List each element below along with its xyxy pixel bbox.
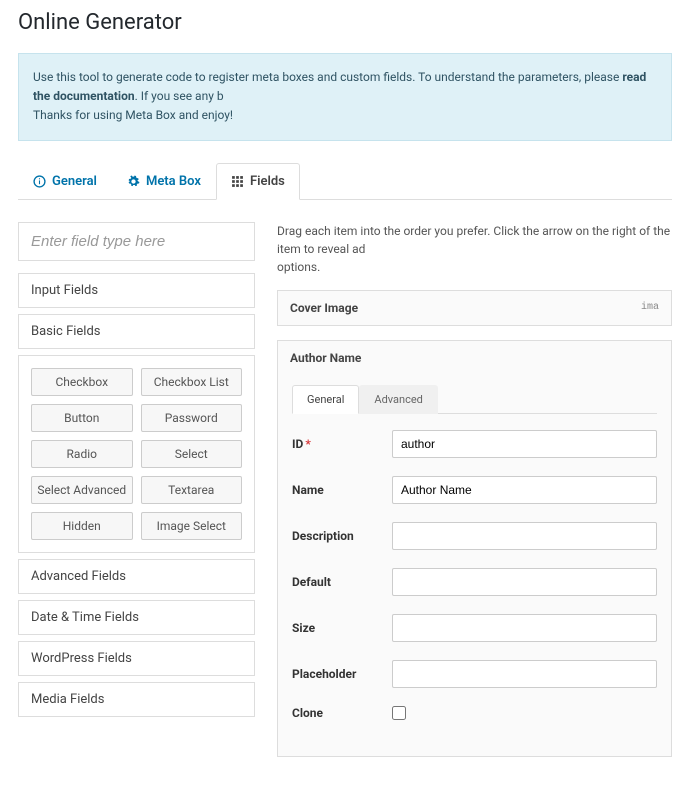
- info-alert: Use this tool to generate code to regist…: [18, 53, 672, 141]
- subtab-general[interactable]: General: [292, 385, 359, 414]
- subtabs: General Advanced: [292, 385, 657, 414]
- field-item-author-name: Author Name General Advanced ID* Name: [277, 340, 672, 757]
- description-input[interactable]: [392, 522, 657, 550]
- info-icon: [33, 175, 46, 188]
- field-type-button[interactable]: Button: [31, 404, 133, 432]
- field-item-meta: ima: [641, 302, 659, 313]
- field-type-hidden[interactable]: Hidden: [31, 512, 133, 540]
- grid-icon: [231, 175, 244, 188]
- placeholder-label: Placeholder: [292, 667, 392, 681]
- page-title: Online Generator: [18, 10, 672, 35]
- tab-meta-box[interactable]: Meta Box: [112, 163, 216, 200]
- subtab-advanced[interactable]: Advanced: [359, 385, 437, 414]
- clone-label: Clone: [292, 706, 392, 720]
- tab-label: General: [52, 174, 97, 189]
- field-item-title: Cover Image: [290, 301, 358, 315]
- field-type-textarea[interactable]: Textarea: [141, 476, 243, 504]
- category-input-fields[interactable]: Input Fields: [18, 273, 255, 308]
- field-item-title: Author Name: [290, 351, 361, 365]
- field-type-search-input[interactable]: [18, 222, 255, 261]
- category-media-fields[interactable]: Media Fields: [18, 682, 255, 717]
- alert-text-pre: Use this tool to generate code to regist…: [33, 70, 622, 84]
- category-date-time-fields[interactable]: Date & Time Fields: [18, 600, 255, 635]
- name-input[interactable]: [392, 476, 657, 504]
- main-content: Drag each item into the order you prefer…: [277, 222, 672, 771]
- tabs: General Meta Box Fields: [18, 163, 672, 200]
- field-type-checkbox-list[interactable]: Checkbox List: [141, 368, 243, 396]
- id-input[interactable]: [392, 430, 657, 458]
- placeholder-input[interactable]: [392, 660, 657, 688]
- size-label: Size: [292, 621, 392, 635]
- category-advanced-fields[interactable]: Advanced Fields: [18, 559, 255, 594]
- field-type-image-select[interactable]: Image Select: [141, 512, 243, 540]
- tab-general[interactable]: General: [18, 163, 112, 200]
- sidebar: Input Fields Basic Fields Checkbox Check…: [18, 222, 255, 771]
- category-basic-fields-body: Checkbox Checkbox List Button Password R…: [18, 355, 255, 553]
- field-item-header[interactable]: Author Name: [278, 341, 671, 375]
- field-type-radio[interactable]: Radio: [31, 440, 133, 468]
- field-type-password[interactable]: Password: [141, 404, 243, 432]
- field-type-select[interactable]: Select: [141, 440, 243, 468]
- default-label: Default: [292, 575, 392, 589]
- alert-text-post: . If you see any b: [135, 89, 224, 103]
- tab-label: Meta Box: [146, 174, 201, 189]
- gear-icon: [127, 175, 140, 188]
- field-type-select-advanced[interactable]: Select Advanced: [31, 476, 133, 504]
- category-wordpress-fields[interactable]: WordPress Fields: [18, 641, 255, 676]
- field-type-checkbox[interactable]: Checkbox: [31, 368, 133, 396]
- category-basic-fields[interactable]: Basic Fields: [18, 314, 255, 349]
- instructions: Drag each item into the order you prefer…: [277, 222, 672, 276]
- id-label: ID*: [292, 437, 392, 451]
- tab-fields[interactable]: Fields: [216, 163, 300, 200]
- name-label: Name: [292, 483, 392, 497]
- alert-line2: Thanks for using Meta Box and enjoy!: [33, 108, 233, 122]
- field-item-cover-image[interactable]: Cover Image ima: [277, 290, 672, 326]
- default-input[interactable]: [392, 568, 657, 596]
- size-input[interactable]: [392, 614, 657, 642]
- clone-checkbox[interactable]: [392, 706, 406, 720]
- tab-label: Fields: [250, 174, 285, 189]
- description-label: Description: [292, 529, 392, 543]
